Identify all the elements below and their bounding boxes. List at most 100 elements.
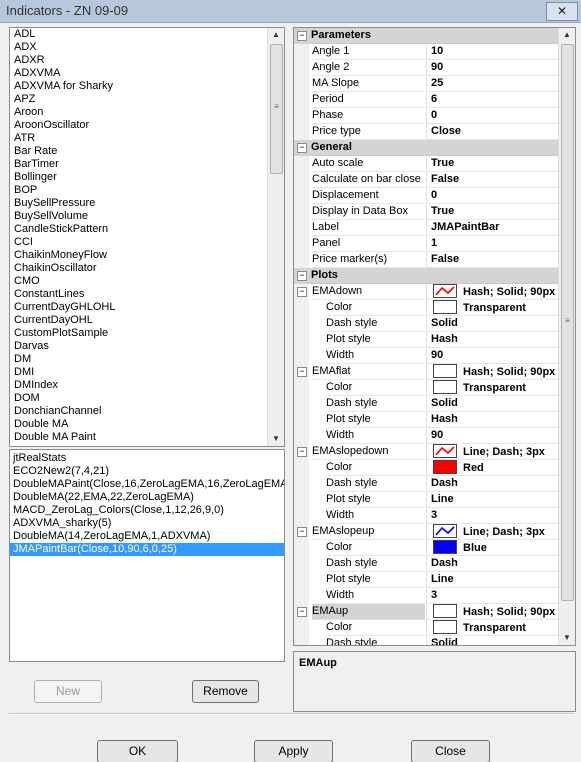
property-row[interactable]: Color Blue — [294, 540, 559, 556]
property-row[interactable]: Dash style Solid — [294, 316, 559, 332]
plot-group-row[interactable]: − EMAflat Hash; Solid; 90px — [294, 364, 559, 380]
indicator-list-item[interactable]: Double MA Paint — [10, 431, 268, 444]
property-row[interactable]: Dash style Dash — [294, 556, 559, 572]
property-row[interactable]: Label JMAPaintBar — [294, 220, 559, 236]
property-value[interactable]: 90 — [426, 428, 559, 444]
property-row[interactable]: Plot style Hash — [294, 412, 559, 428]
property-value[interactable]: Transparent — [426, 620, 559, 636]
indicator-list-item[interactable]: DOM — [10, 392, 268, 405]
property-row[interactable]: Width 90 — [294, 348, 559, 364]
property-value[interactable]: Transparent — [426, 380, 559, 396]
property-row[interactable]: Dash style Dash — [294, 476, 559, 492]
grid-scroll-thumb[interactable]: ≡ — [561, 44, 574, 601]
indicator-list-item[interactable]: Double MA — [10, 418, 268, 431]
property-value[interactable]: Transparent — [426, 300, 559, 316]
property-row[interactable]: Auto scale True — [294, 156, 559, 172]
property-row[interactable]: Angle 2 90 — [294, 60, 559, 76]
property-value[interactable]: False — [426, 252, 559, 268]
indicator-list-item[interactable]: ADL — [10, 28, 268, 41]
property-value[interactable]: Hash; Solid; 90px — [426, 604, 559, 620]
indicator-list-item[interactable]: Aroon — [10, 106, 268, 119]
property-value[interactable]: Red — [426, 460, 559, 476]
indicator-list-item[interactable]: ConstantLines — [10, 288, 268, 301]
configured-item[interactable]: jtRealStats — [10, 452, 284, 465]
indicator-list-item[interactable]: BuySellPressure — [10, 197, 268, 210]
collapse-minus-box-icon[interactable]: − — [297, 143, 307, 153]
property-row[interactable]: Plot style Line — [294, 492, 559, 508]
property-row[interactable]: MA Slope 25 — [294, 76, 559, 92]
property-value[interactable]: 6 — [426, 92, 559, 108]
indicator-list-item[interactable]: ChaikinOscillator — [10, 262, 268, 275]
property-grid[interactable]: − Parameters Angle 1 10 Angle 2 90 MA Slope 25 P… — [293, 27, 576, 646]
indicator-list-item[interactable]: APZ — [10, 93, 268, 106]
property-row[interactable]: Width 3 — [294, 508, 559, 524]
property-value[interactable]: Line — [426, 572, 559, 588]
property-row[interactable]: Dash style Solid — [294, 636, 558, 645]
indicator-list-item[interactable]: ADXVMA for Sharky — [10, 80, 268, 93]
category-row[interactable]: − General — [294, 140, 558, 156]
plot-group-row[interactable]: − EMAup Hash; Solid; 90px — [294, 604, 559, 620]
indicator-list-item[interactable]: BOP — [10, 184, 268, 197]
property-value[interactable]: Hash — [426, 412, 559, 428]
property-value[interactable]: Hash; Solid; 90px — [426, 364, 559, 380]
property-value[interactable]: 0 — [426, 188, 559, 204]
property-value[interactable]: 1 — [426, 236, 559, 252]
property-row[interactable]: Period 6 — [294, 92, 559, 108]
indicator-list-item[interactable]: DonchianChannel — [10, 405, 268, 418]
property-value[interactable]: False — [426, 172, 559, 188]
indicator-list-item[interactable]: Darvas — [10, 340, 268, 353]
collapse-minus-box-icon[interactable]: − — [297, 31, 307, 41]
property-value[interactable]: Solid — [426, 316, 559, 332]
available-indicators-list[interactable]: ADL ADX ADXR ADXVMA ADXVMA for Sharky APZ Aroo… — [9, 27, 285, 447]
property-value[interactable]: 25 — [426, 76, 559, 92]
property-grid-scrollbar[interactable]: ▲ ≡ ▼ — [558, 28, 575, 645]
collapse-minus-box-icon[interactable]: − — [297, 527, 307, 537]
configured-item[interactable]: ECO2New2(7,4,21) — [10, 465, 284, 478]
category-row[interactable]: − Plots — [294, 268, 558, 284]
plot-group-row[interactable]: − EMAslopeup Line; Dash; 3px — [294, 524, 559, 540]
property-row[interactable]: Plot style Hash — [294, 332, 559, 348]
indicator-list-item[interactable]: DMIndex — [10, 379, 268, 392]
property-row[interactable]: Calculate on bar close False — [294, 172, 559, 188]
property-value[interactable]: Hash; Solid; 90px — [426, 284, 559, 300]
property-value[interactable]: Dash — [426, 476, 559, 492]
property-value[interactable]: Dash — [426, 556, 559, 572]
indicator-list-item[interactable]: ATR — [10, 132, 268, 145]
collapse-minus-box-icon[interactable]: − — [297, 607, 307, 617]
property-value[interactable]: 0 — [426, 108, 559, 124]
grid-scroll-up-arrow-icon[interactable]: ▲ — [559, 28, 575, 42]
indicator-list-item[interactable]: CurrentDayGHLOHL — [10, 301, 268, 314]
collapse-minus-box-icon[interactable]: − — [297, 287, 307, 297]
scroll-up-arrow-icon[interactable]: ▲ — [268, 28, 284, 42]
indicator-list-item[interactable]: DMI — [10, 366, 268, 379]
indicator-list-item[interactable]: DM — [10, 353, 268, 366]
property-value[interactable]: Blue — [426, 540, 559, 556]
collapse-minus-box-icon[interactable]: − — [297, 367, 307, 377]
property-value[interactable]: 90 — [426, 348, 559, 364]
property-row[interactable]: Color Transparent — [294, 380, 559, 396]
property-row[interactable]: Panel 1 — [294, 236, 559, 252]
category-row[interactable]: − Parameters — [294, 28, 558, 44]
window-close-button[interactable]: ✕ — [546, 2, 578, 21]
property-row[interactable]: Phase 0 — [294, 108, 559, 124]
property-row[interactable]: Plot style Line — [294, 572, 559, 588]
plot-group-row[interactable]: − EMAslopedown Line; Dash; 3px — [294, 444, 559, 460]
indicator-list-item[interactable]: BuySellVolume — [10, 210, 268, 223]
close-button[interactable]: Close — [411, 740, 490, 762]
property-value[interactable]: Line; Dash; 3px — [426, 444, 559, 460]
property-row[interactable]: Angle 1 10 — [294, 44, 559, 60]
property-value[interactable]: Hash — [426, 332, 559, 348]
property-value[interactable]: Line; Dash; 3px — [426, 524, 559, 540]
indicator-list-item[interactable]: ChaikinMoneyFlow — [10, 249, 268, 262]
property-row[interactable]: Color Transparent — [294, 620, 559, 636]
indicator-list-item[interactable]: BarTimer — [10, 158, 268, 171]
apply-button[interactable]: Apply — [254, 740, 333, 762]
property-value[interactable]: Line — [426, 492, 559, 508]
configured-item[interactable]: DoubleMA(14,ZeroLagEMA,1,ADXVMA) — [10, 530, 284, 543]
remove-button[interactable]: Remove — [192, 680, 259, 703]
property-value[interactable]: Solid — [426, 396, 559, 412]
property-row[interactable]: Color Transparent — [294, 300, 559, 316]
property-value[interactable]: 3 — [426, 588, 559, 604]
property-row[interactable]: Dash style Solid — [294, 396, 559, 412]
plot-group-row[interactable]: − EMAdown Hash; Solid; 90px — [294, 284, 559, 300]
